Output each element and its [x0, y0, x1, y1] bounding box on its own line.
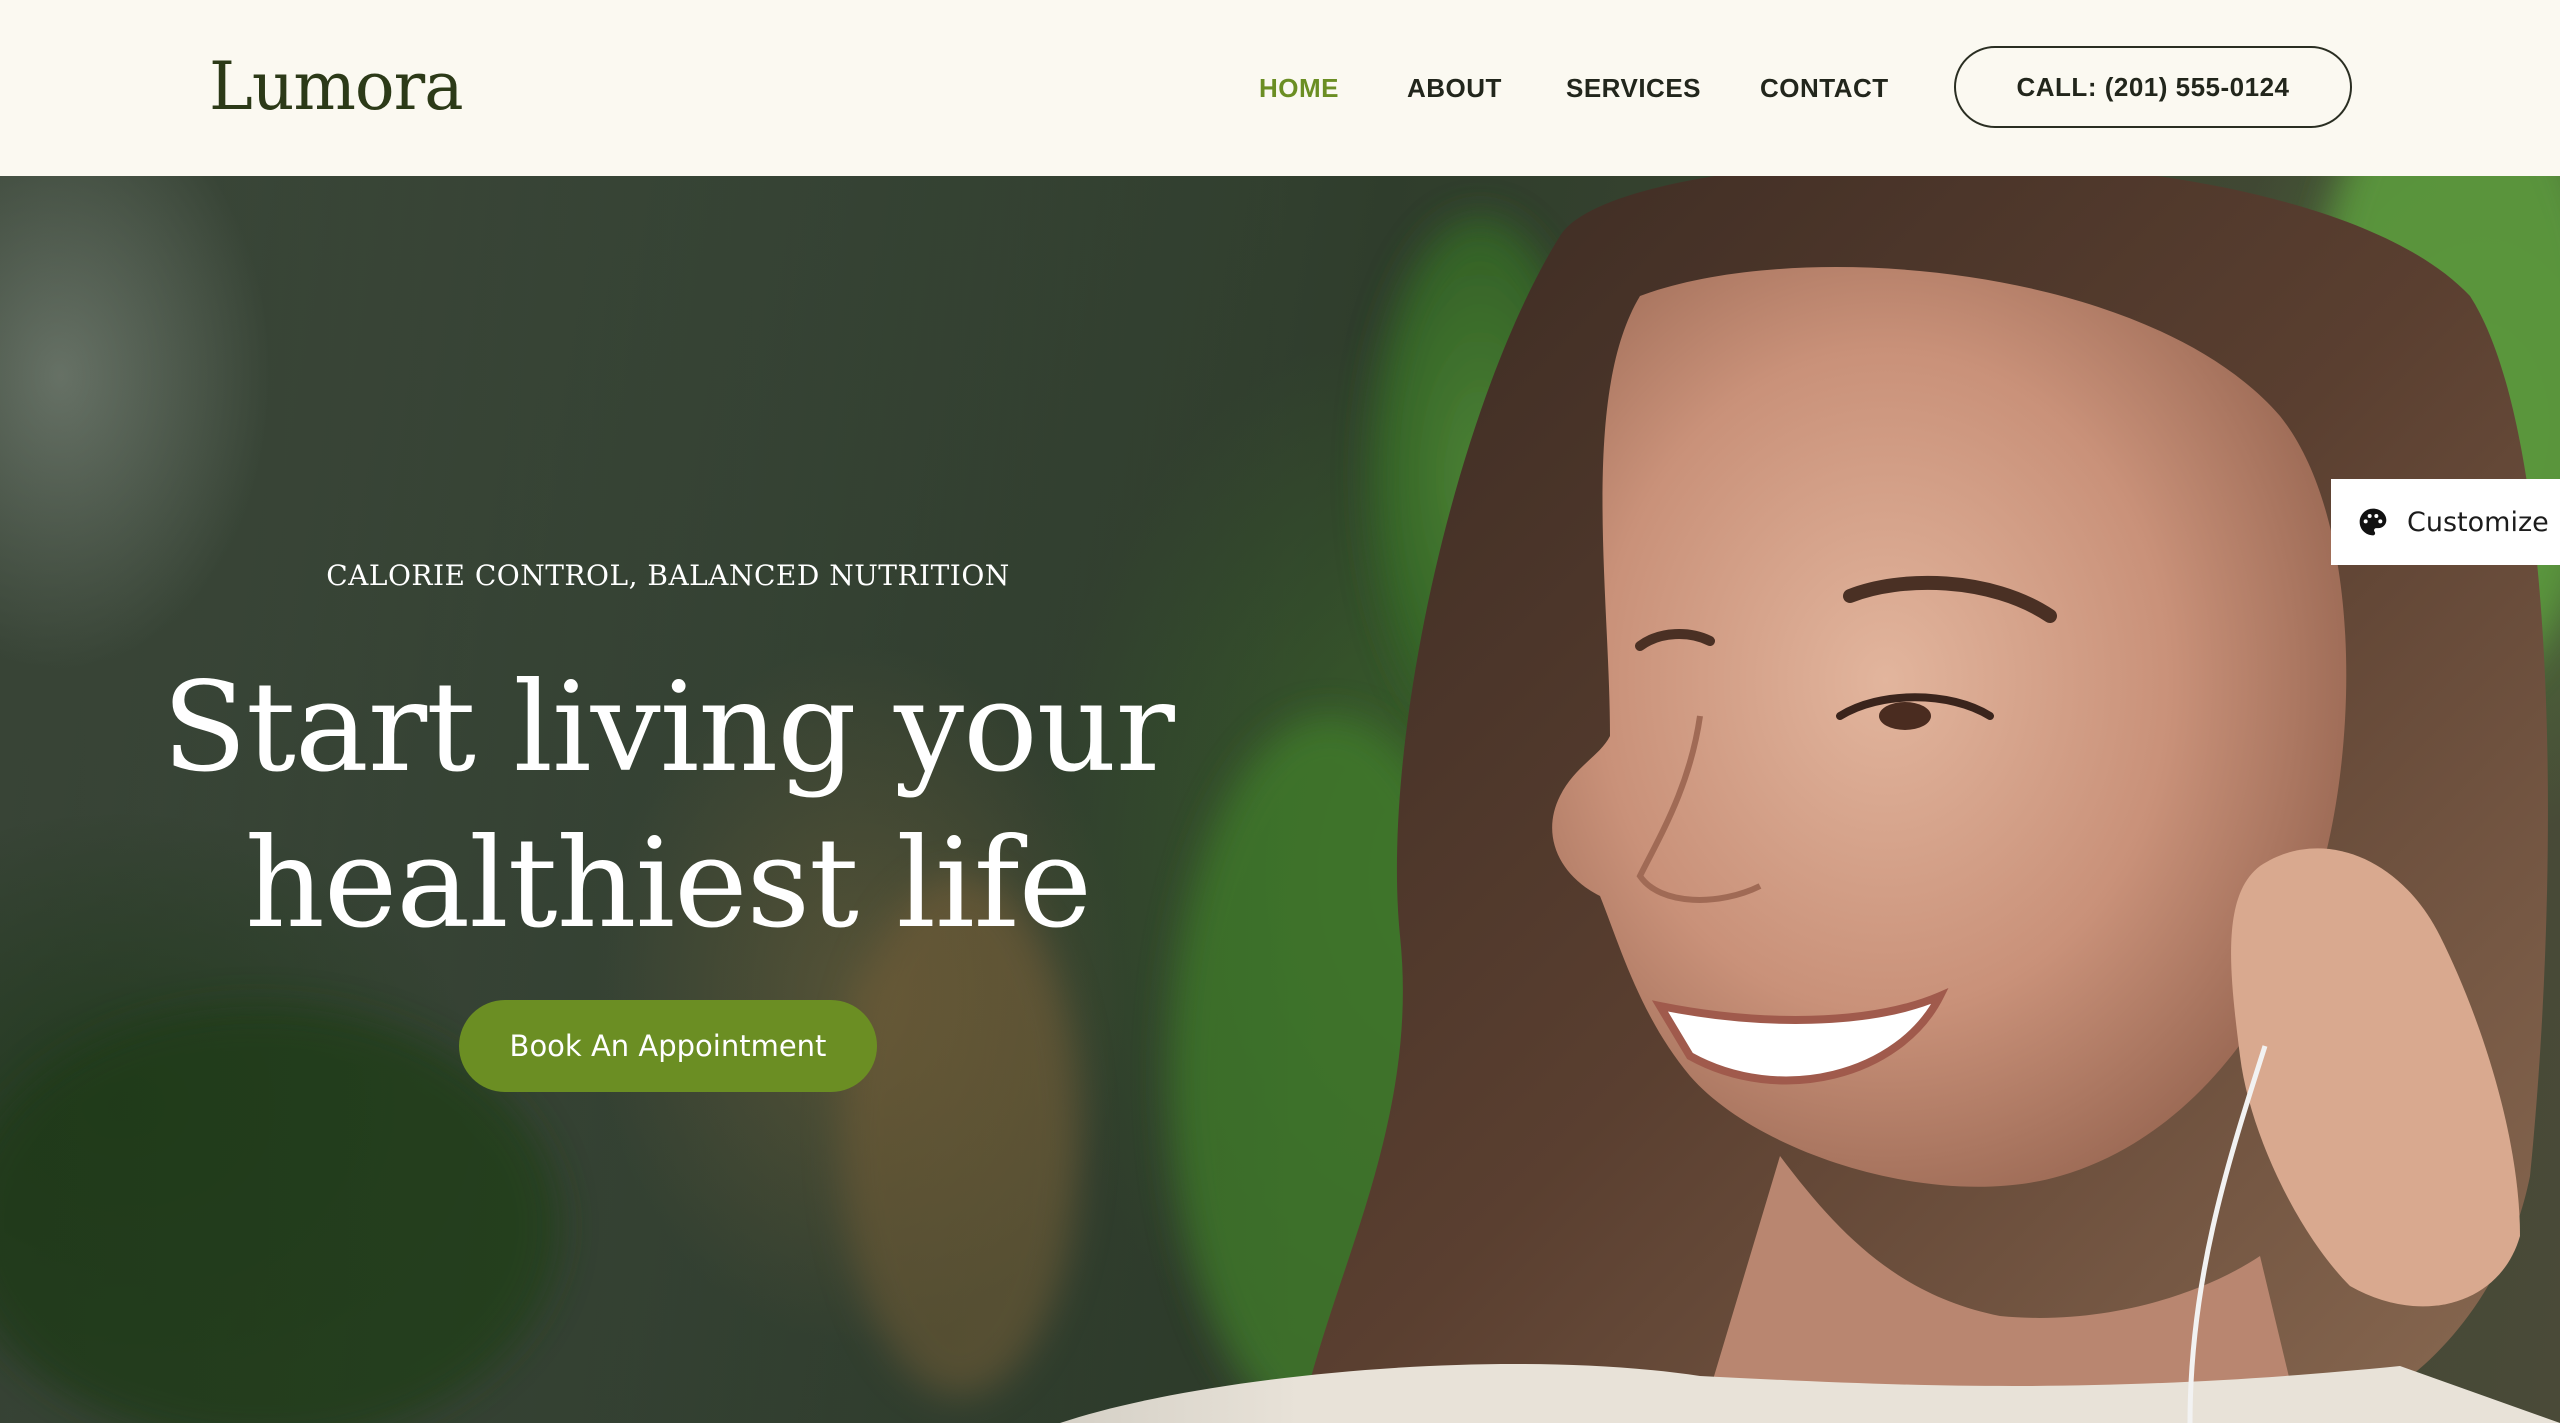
nav-about[interactable]: ABOUT — [1407, 70, 1502, 106]
customize-label: Customize — [2407, 506, 2549, 538]
customize-button[interactable]: Customize — [2331, 479, 2560, 565]
hero-headline: Start living your healthiest life — [0, 650, 1336, 962]
nav-services[interactable]: SERVICES — [1566, 70, 1701, 106]
call-button[interactable]: CALL: (201) 555-0124 — [1954, 46, 2352, 128]
headline-line-1: Start living your — [162, 656, 1175, 800]
site-header: Lumora HOME ABOUT SERVICES CONTACT CALL:… — [0, 0, 2560, 176]
nav-home[interactable]: HOME — [1259, 70, 1339, 106]
site-logo[interactable]: Lumora — [209, 44, 464, 130]
headline-line-2: healthiest life — [244, 812, 1092, 956]
book-appointment-button[interactable]: Book An Appointment — [459, 1000, 877, 1092]
palette-icon — [2359, 508, 2387, 536]
hero-section: CALORIE CONTROL, BALANCED NUTRITION Star… — [0, 176, 2560, 1423]
hero-eyebrow: CALORIE CONTROL, BALANCED NUTRITION — [326, 559, 1010, 592]
nav-contact[interactable]: CONTACT — [1760, 70, 1889, 106]
